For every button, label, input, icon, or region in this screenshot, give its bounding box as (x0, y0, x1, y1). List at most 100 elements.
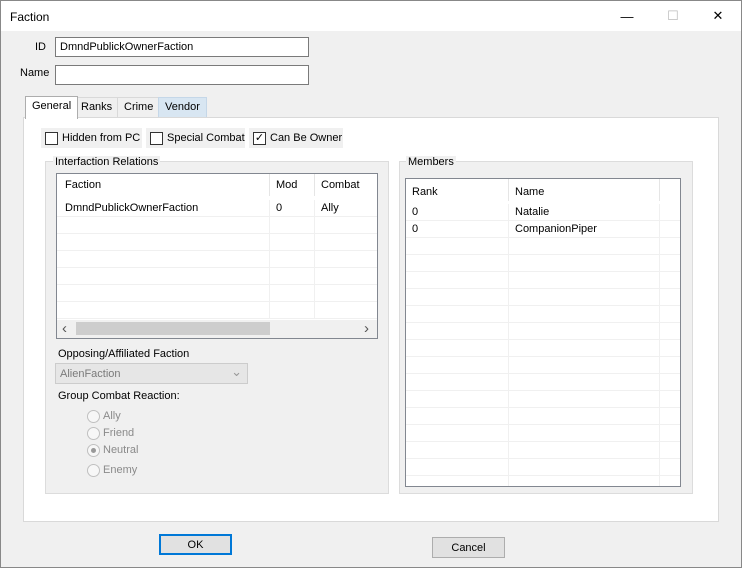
members-title: Members (406, 156, 456, 168)
name-cell: Natalie (509, 204, 660, 221)
minimize-icon: — (620, 8, 634, 24)
special-combat-checkbox[interactable]: Special Combat (146, 128, 245, 148)
column-header-mod[interactable]: Mod (270, 174, 315, 196)
radio-ally: Ally (87, 408, 121, 424)
close-button[interactable]: ✕ (695, 1, 741, 31)
special-combat-label: Special Combat (167, 132, 245, 144)
empty-row (57, 234, 377, 251)
tab-vendor[interactable]: Vendor (158, 97, 207, 118)
id-field[interactable]: DmndPublickOwnerFaction (55, 37, 309, 57)
group-combat-label: Group Combat Reaction: (58, 390, 180, 402)
empty-row (57, 268, 377, 285)
close-icon: ✕ (712, 8, 724, 23)
horizontal-scrollbar[interactable]: ‹ › (57, 320, 377, 338)
cancel-button[interactable]: Cancel (432, 537, 505, 558)
radio-selected-dot (91, 447, 96, 453)
column-combat-label: Combat (321, 179, 360, 191)
rank-cell: 0 (406, 221, 509, 238)
column-rank-label: Rank (412, 186, 438, 198)
radio-circle (87, 443, 100, 457)
hidden-from-pc-label: Hidden from PC (62, 132, 141, 144)
hidden-from-pc-checkbox[interactable]: Hidden from PC (41, 128, 142, 148)
empty-row (406, 272, 680, 289)
radio-friend: Friend (87, 425, 134, 441)
interfaction-list[interactable]: Faction Mod Combat DmndPublickOwnerFacti… (56, 173, 378, 339)
empty-row (57, 251, 377, 268)
maximize-button: ☐ (650, 1, 696, 31)
empty-row (406, 442, 680, 459)
opposing-faction-label: Opposing/Affiliated Faction (58, 348, 190, 360)
column-header-name[interactable]: Name (509, 179, 660, 201)
empty-row (57, 285, 377, 302)
id-label: ID (35, 41, 46, 53)
empty-row (406, 374, 680, 391)
radio-circle (87, 463, 100, 477)
empty-row (406, 357, 680, 374)
empty-row (406, 323, 680, 340)
tab-ranks[interactable]: Ranks (74, 97, 120, 118)
empty-row (406, 306, 680, 323)
chevron-down-icon: ⌄ (231, 364, 242, 379)
name-cell: CompanionPiper (509, 221, 660, 238)
empty-row (406, 425, 680, 442)
tab-vendor-label: Vendor (165, 101, 200, 113)
name-label: Name (20, 67, 50, 79)
empty-row (57, 302, 377, 319)
can-be-owner-checkbox[interactable]: ✓ Can Be Owner (249, 128, 343, 148)
ok-button[interactable]: OK (159, 534, 232, 555)
tab-general[interactable]: General (25, 96, 79, 119)
radio-neutral: Neutral (87, 442, 138, 458)
empty-row (406, 255, 680, 272)
ok-label: OK (187, 538, 204, 551)
cancel-label: Cancel (451, 541, 486, 554)
table-row[interactable]: DmndPublickOwnerFaction 0 Ally (57, 200, 377, 217)
empty-row (406, 476, 680, 486)
empty-row (406, 289, 680, 306)
column-mod-label: Mod (276, 179, 298, 191)
title-bar[interactable]: Faction — ☐ ✕ (1, 1, 741, 31)
members-list-header: Rank Name (406, 179, 680, 201)
minimize-button[interactable]: — (604, 1, 650, 31)
empty-row (406, 238, 680, 255)
radio-enemy: Enemy (87, 462, 137, 478)
checkbox-box: ✓ (253, 131, 266, 145)
column-header-faction[interactable]: Faction (59, 174, 270, 196)
column-header-rank[interactable]: Rank (406, 179, 509, 201)
scrollbar-thumb[interactable] (76, 322, 270, 335)
scroll-left-icon[interactable]: ‹ (62, 320, 67, 337)
can-be-owner-label: Can Be Owner (270, 132, 343, 144)
window-title: Faction (10, 10, 50, 24)
name-field[interactable] (55, 65, 309, 85)
checkbox-box (150, 131, 163, 145)
column-name-label: Name (515, 186, 545, 198)
column-faction-label: Faction (65, 179, 102, 191)
opposing-faction-select: AlienFaction ⌄ (55, 363, 248, 384)
radio-ally-label: Ally (103, 410, 121, 422)
radio-circle (87, 409, 100, 423)
rank-cell: 0 (406, 204, 509, 221)
radio-neutral-label: Neutral (103, 444, 139, 456)
table-row[interactable]: 0 CompanionPiper (406, 221, 680, 238)
scroll-right-icon[interactable]: › (364, 320, 369, 337)
empty-row (57, 217, 377, 234)
empty-row (406, 459, 680, 476)
combat-cell: Ally (321, 202, 339, 214)
table-row[interactable]: 0 Natalie (406, 204, 680, 221)
tab-ranks-label: Ranks (81, 101, 113, 113)
tab-crime-label: Crime (124, 101, 154, 113)
radio-circle (87, 426, 100, 440)
check-icon: ✓ (254, 131, 265, 144)
maximize-icon: ☐ (667, 8, 679, 23)
members-list[interactable]: Rank Name 0 Natalie 0 CompanionPiper (405, 178, 681, 487)
empty-row (406, 408, 680, 425)
interfaction-relations-title: Interfaction Relations (53, 156, 161, 168)
interfaction-list-header: Faction Mod Combat (57, 174, 377, 196)
tab-crime[interactable]: Crime (117, 97, 161, 118)
opposing-faction-value: AlienFaction (60, 368, 121, 380)
radio-enemy-label: Enemy (103, 464, 138, 476)
radio-friend-label: Friend (103, 427, 135, 439)
empty-row (406, 340, 680, 357)
empty-row (406, 391, 680, 408)
column-header-combat[interactable]: Combat (315, 174, 377, 196)
checkbox-box (45, 131, 58, 145)
